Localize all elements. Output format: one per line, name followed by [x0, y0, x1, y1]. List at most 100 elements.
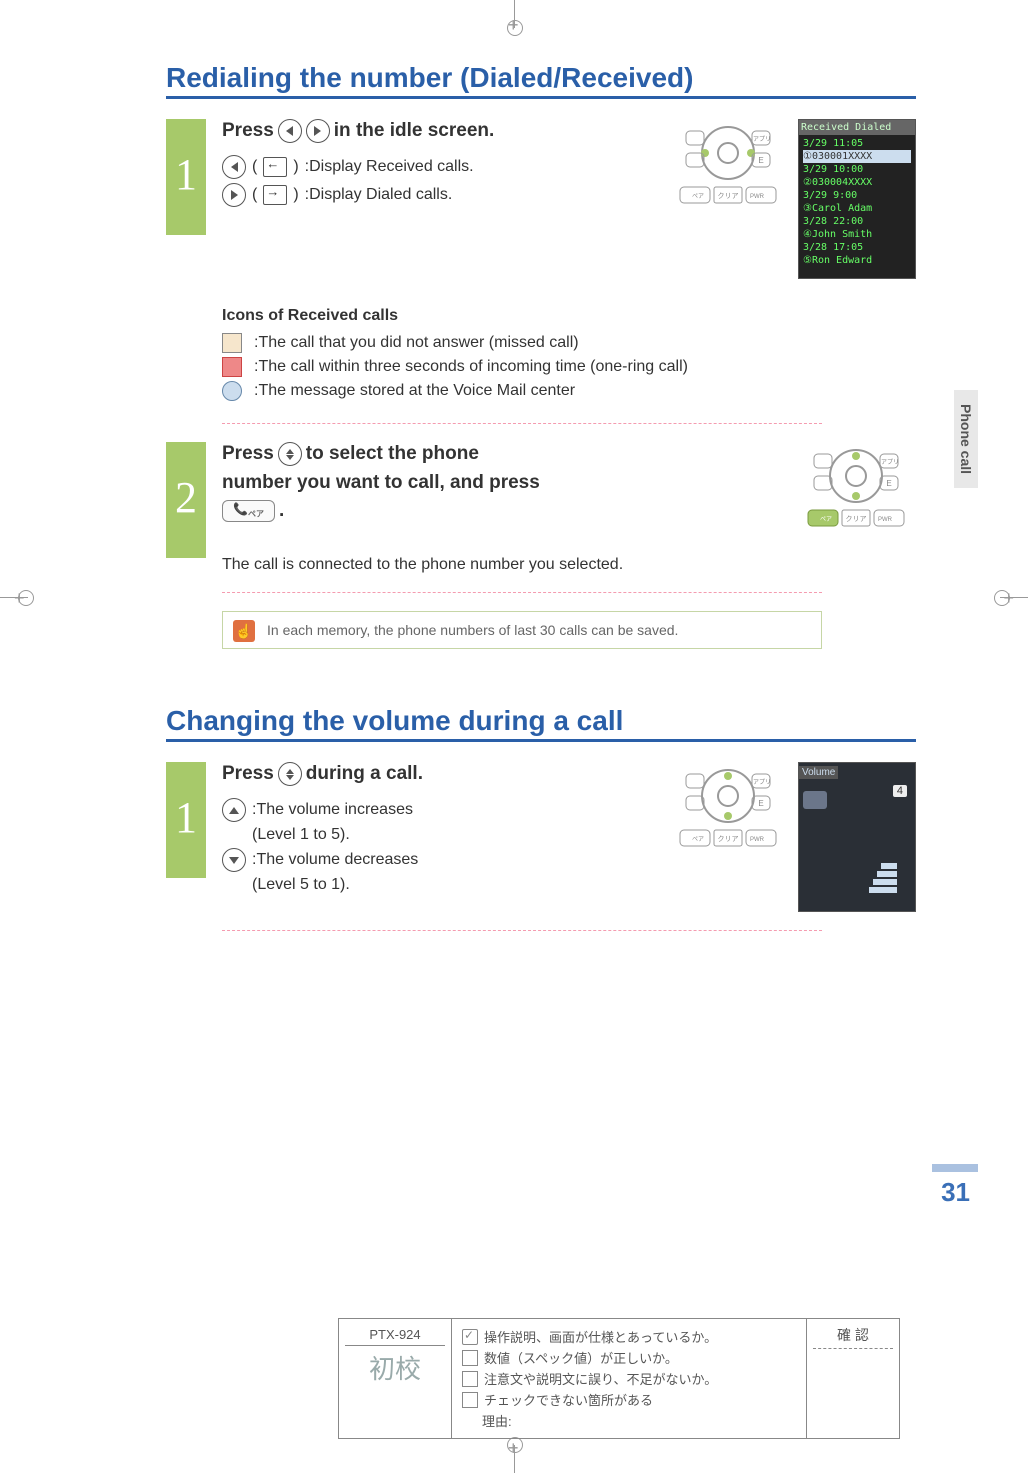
model-code: PTX-924 [345, 1327, 445, 1346]
vol-title-a: Press [222, 763, 274, 785]
proof-stage: 初校 [345, 1349, 445, 1386]
step2-title-line2: number you want to call, and press [222, 472, 776, 494]
step-number: 1 [166, 762, 206, 878]
vol-down-desc: :The volume decreases [252, 851, 418, 869]
icon-desc-2: :The call within three seconds of incomi… [254, 358, 688, 376]
svg-text:アプリ: アプリ [881, 459, 899, 466]
check-item-1: 操作説明、画面が仕様とあっているか。 [484, 1327, 717, 1346]
keypad-diagram: クリア アプリ E PWR ペア [668, 119, 788, 219]
checkbox-icon[interactable] [462, 1350, 478, 1366]
one-ring-icon [222, 357, 242, 377]
checkbox-icon[interactable] [462, 1329, 478, 1345]
step1-title-b: in the idle screen. [334, 120, 495, 142]
updown-key-icon [278, 442, 302, 466]
left-desc: :Display Received calls. [305, 158, 474, 176]
vol-up-desc: :The volume increases [252, 801, 413, 819]
proof-check-box: PTX-924 初校 操作説明、画面が仕様とあっているか。 数値（スペック値）が… [338, 1318, 900, 1439]
vol-down-range: (Level 5 to 1). [252, 876, 350, 894]
screenshot-header: Received Dialed [799, 120, 915, 135]
right-key-icon [222, 183, 246, 207]
divider [222, 592, 822, 593]
step2-result: The call is connected to the phone numbe… [222, 556, 916, 574]
icon-desc-1: :The call that you did not answer (misse… [254, 334, 579, 352]
vol-step-title: Press during a call. [222, 762, 648, 786]
step-number: 1 [166, 119, 206, 235]
icons-header: Icons of Received calls [222, 307, 916, 325]
step1-title-a: Press [222, 120, 274, 142]
down-key-icon [222, 848, 246, 872]
volume-level: 4 [893, 785, 907, 797]
svg-text:ペア: ペア [820, 516, 832, 523]
right-desc: :Display Dialed calls. [305, 186, 453, 204]
section-title-redial: Redialing the number (Dialed/Received) [166, 62, 916, 99]
svg-text:アプリ: アプリ [753, 136, 771, 143]
svg-text:アプリ: アプリ [753, 779, 771, 786]
left-key-icon [222, 155, 246, 179]
hint-box: ☝ In each memory, the phone numbers of l… [222, 611, 822, 649]
check-item-2: 数値（スペック値）が正しいか。 [484, 1348, 678, 1367]
checkbox-icon[interactable] [462, 1371, 478, 1387]
speaker-icon [803, 791, 827, 809]
step2-title-b: to select the phone [306, 443, 479, 465]
screenshot-row: 3/28 22:00 [803, 215, 911, 228]
volume-label: Volume [799, 766, 838, 779]
check-item-4: チェックできない箇所がある [484, 1390, 653, 1409]
screenshot-row: 3/29 10:00 [803, 163, 911, 176]
step2-title-c: number you want to call, and press [222, 472, 540, 494]
screenshot-row: ①030001XXXX [803, 150, 911, 163]
checkbox-icon[interactable] [462, 1392, 478, 1408]
volume-step-1: 1 Press during a call. :The volume i [166, 762, 916, 912]
svg-text:E: E [758, 799, 763, 808]
divider [222, 930, 822, 931]
step2-title-line3: 📞ペア. [222, 500, 776, 522]
screenshot-row: ④John Smith [803, 228, 911, 241]
step2-title-a: Press [222, 443, 274, 465]
missed-call-icon [222, 333, 242, 353]
screenshot-row: ③Carol Adam [803, 202, 911, 215]
dialed-icon [263, 185, 287, 205]
updown-key-icon [278, 762, 302, 786]
screenshot-row: ②030004XXXX [803, 176, 911, 189]
keypad-diagram: クリア アプリ E PWR ペア [668, 762, 788, 862]
step2-title: Press to select the phone [222, 442, 776, 466]
up-key-icon [222, 798, 246, 822]
section-title-volume: Changing the volume during a call [166, 705, 916, 742]
screenshot-row: ⑤Ron Edward [803, 254, 911, 267]
page-number-bar [932, 1164, 978, 1172]
right-key-icon [306, 119, 330, 143]
svg-text:クリア: クリア [718, 192, 739, 200]
volume-screenshot: Volume 4 [798, 762, 916, 912]
step-2: 2 Press to select the phone number you w… [166, 442, 916, 574]
divider [222, 423, 822, 424]
icon-desc-3: :The message stored at the Voice Mail ce… [254, 382, 575, 400]
vol-title-b: during a call. [306, 763, 423, 785]
svg-text:PWR: PWR [878, 517, 893, 523]
step-number: 2 [166, 442, 206, 558]
confirm-label: 確 認 [813, 1325, 893, 1349]
hint-icon: ☝ [233, 620, 255, 642]
received-dialed-screenshot: Received Dialed 3/29 11:05 ①030001XXXX 3… [798, 119, 916, 279]
check-item-3: 注意文や説明文に誤り、不足がないか。 [484, 1369, 717, 1388]
svg-text:PWR: PWR [750, 837, 765, 843]
side-tab: Phone call [954, 390, 978, 488]
svg-text:クリア: クリア [718, 835, 739, 843]
step-1: 1 Press in the idle screen. () :Display … [166, 119, 916, 405]
hint-text: In each memory, the phone numbers of las… [267, 622, 678, 638]
left-key-icon [278, 119, 302, 143]
svg-text:E: E [886, 479, 891, 488]
svg-text:E: E [758, 156, 763, 165]
page-content: Phone call 31 Redialing the number (Dial… [116, 62, 916, 931]
vol-up-range: (Level 1 to 5). [252, 826, 350, 844]
page-number: 31 [941, 1177, 970, 1208]
step1-title: Press in the idle screen. [222, 119, 648, 143]
svg-text:ペア: ペア [692, 836, 704, 843]
call-key-icon: 📞ペア [222, 500, 275, 521]
screenshot-row: 3/29 9:00 [803, 189, 911, 202]
reason-label: 理由: [482, 1411, 512, 1430]
svg-text:PWR: PWR [750, 194, 765, 200]
screenshot-row: 3/28 17:05 [803, 241, 911, 254]
volume-bars [869, 863, 897, 893]
received-icon [263, 157, 287, 177]
screenshot-row: 3/29 11:05 [803, 137, 911, 150]
keypad-diagram: クリア アプリ E PWR ペア [796, 442, 916, 542]
